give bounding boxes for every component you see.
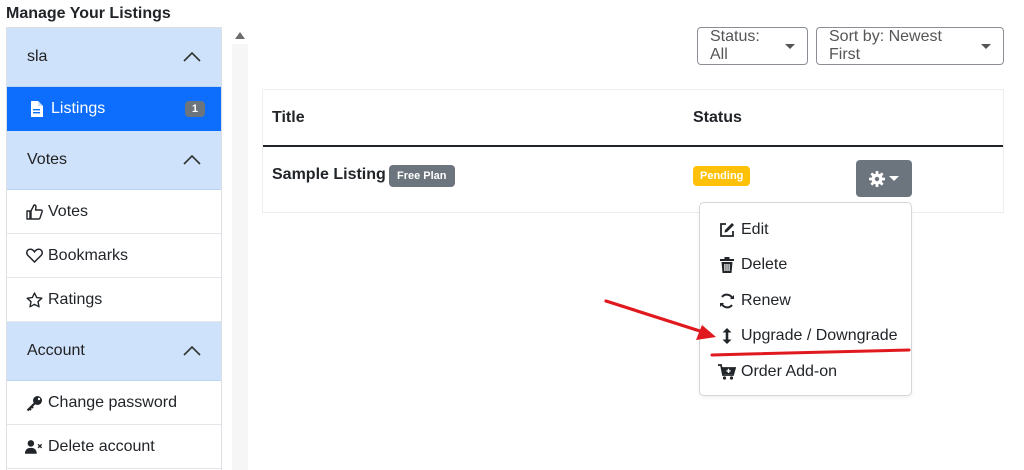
sidebar-item-change-password[interactable]: Change password — [7, 381, 221, 425]
listings-count-badge: 1 — [184, 101, 205, 117]
caret-down-icon — [981, 43, 991, 49]
caret-down-icon — [889, 176, 899, 181]
column-header-status: Status — [693, 109, 742, 126]
sidebar-group-votes[interactable]: Votes — [7, 131, 221, 190]
scrollbar-track[interactable] — [232, 44, 248, 470]
status-filter-dropdown[interactable]: Status: All — [697, 27, 808, 65]
cart-plus-icon — [718, 363, 736, 381]
sidebar-item-label: Votes — [48, 202, 89, 220]
sidebar-group-account[interactable]: Account — [7, 322, 221, 381]
caret-down-icon — [785, 43, 795, 49]
chevron-up-icon — [183, 155, 201, 165]
heart-icon — [25, 247, 43, 265]
sidebar-item-votes[interactable]: Votes — [7, 190, 221, 234]
actions-dropdown-menu: Edit Delete Renew Upgrade / Downgrade Or… — [699, 202, 912, 396]
menu-item-edit[interactable]: Edit — [700, 212, 911, 248]
sidebar-group-label: Votes — [27, 151, 68, 168]
menu-item-label: Upgrade / Downgrade — [741, 327, 898, 345]
sidebar-item-label: Delete account — [48, 437, 155, 455]
gear-icon — [869, 170, 885, 187]
table-header: Title Status — [263, 90, 1003, 147]
plan-badge: Free Plan — [389, 165, 455, 187]
menu-item-renew[interactable]: Renew — [700, 283, 911, 319]
sidebar-item-ratings[interactable]: Ratings — [7, 278, 221, 322]
thumbs-up-icon — [25, 203, 43, 221]
menu-item-delete[interactable]: Delete — [700, 248, 911, 284]
menu-item-label: Order Add-on — [741, 362, 838, 380]
status-filter-label: Status: All — [710, 28, 760, 63]
menu-item-label: Delete — [741, 256, 788, 274]
listing-title[interactable]: Sample Listing — [272, 166, 386, 184]
annotation-arrow — [604, 299, 705, 334]
sidebar-item-delete-account[interactable]: Delete account — [7, 425, 221, 469]
actions-gear-button[interactable] — [856, 160, 912, 197]
sort-dropdown[interactable]: Sort by: Newest First — [816, 27, 1004, 65]
sidebar-group-label: Account — [27, 342, 85, 359]
scroll-up-arrow-icon[interactable] — [235, 32, 245, 39]
edit-icon — [718, 221, 736, 239]
sidebar-item-label: Bookmarks — [48, 246, 129, 264]
chevron-up-icon — [183, 346, 201, 356]
status-badge: Pending — [693, 166, 751, 186]
menu-item-upgrade-downgrade[interactable]: Upgrade / Downgrade — [700, 319, 911, 355]
trash-icon — [718, 256, 736, 274]
column-header-title: Title — [272, 109, 305, 126]
up-down-arrows-icon — [718, 327, 736, 345]
page-title: Manage Your Listings — [6, 5, 171, 22]
file-icon — [27, 100, 45, 118]
sidebar-item-label: Ratings — [48, 290, 103, 308]
sidebar-item-label: Change password — [48, 393, 177, 411]
star-icon — [25, 291, 43, 309]
chevron-up-icon — [183, 52, 201, 62]
key-icon — [25, 394, 43, 412]
refresh-icon — [718, 292, 736, 310]
menu-item-label: Edit — [741, 220, 769, 238]
menu-item-label: Renew — [741, 291, 791, 309]
menu-item-order-addon[interactable]: Order Add-on — [700, 354, 911, 390]
sidebar-item-listings[interactable]: Listings 1 — [7, 87, 221, 131]
sort-label: Sort by: Newest First — [829, 28, 942, 63]
sidebar: sla Listings 1 Votes Votes Bookmarks Rat… — [6, 27, 222, 470]
sidebar-group-sla[interactable]: sla — [7, 28, 221, 87]
sidebar-item-label: Listings — [51, 100, 106, 117]
sidebar-group-label: sla — [27, 48, 48, 65]
user-remove-icon — [25, 438, 43, 456]
sidebar-item-bookmarks[interactable]: Bookmarks — [7, 234, 221, 278]
